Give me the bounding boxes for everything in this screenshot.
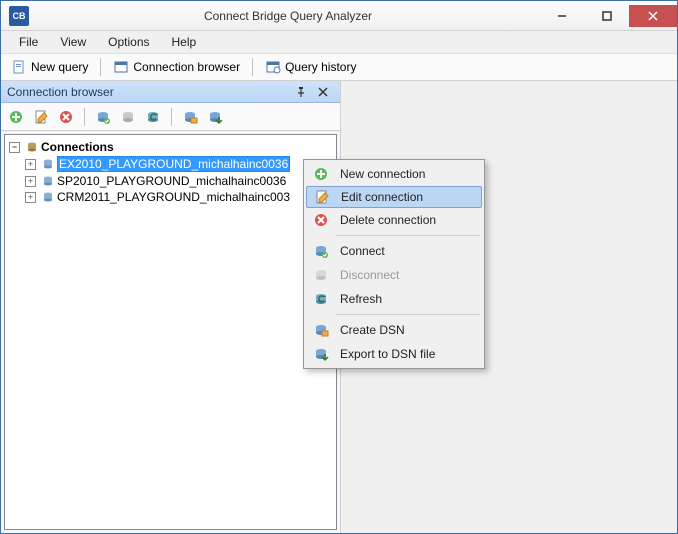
tree-root-label: Connections <box>41 140 114 154</box>
connection-browser-panel: Connection browser − <box>1 81 341 533</box>
database-icon <box>41 190 55 204</box>
delete-icon <box>310 212 332 228</box>
toolbar-separator <box>84 108 85 126</box>
panel-title: Connection browser <box>7 85 114 99</box>
connect-icon <box>310 243 332 259</box>
connection-tree[interactable]: − Connections + EX2010_PLAYGROUND_michal… <box>4 134 337 530</box>
database-icon <box>25 140 39 154</box>
cm-label: Edit connection <box>333 190 423 204</box>
edit-connection-button[interactable] <box>30 106 52 128</box>
cm-label: Create DSN <box>332 323 405 337</box>
menu-separator <box>336 235 480 236</box>
refresh-icon <box>310 291 332 307</box>
disconnect-icon <box>310 267 332 283</box>
menu-help[interactable]: Help <box>162 33 207 51</box>
menubar: File View Options Help <box>1 31 677 53</box>
tree-item-label: SP2010_PLAYGROUND_michalhainc0036 <box>57 174 286 188</box>
cm-label: Delete connection <box>332 213 436 227</box>
dsn-icon <box>310 322 332 338</box>
database-icon <box>41 174 55 188</box>
window-title: Connect Bridge Query Analyzer <box>37 9 539 23</box>
expand-icon[interactable]: + <box>25 192 36 203</box>
cm-label: Connect <box>332 244 385 258</box>
create-dsn-button[interactable] <box>179 106 201 128</box>
menu-file[interactable]: File <box>9 33 48 51</box>
delete-connection-button[interactable] <box>55 106 77 128</box>
tree-root-connections[interactable]: − Connections <box>7 139 334 155</box>
export-icon <box>310 346 332 362</box>
toolbar-separator <box>100 58 101 76</box>
tree-item-label: EX2010_PLAYGROUND_michalhainc0036 <box>57 156 290 172</box>
menu-separator <box>336 314 480 315</box>
add-icon <box>310 166 332 182</box>
refresh-button[interactable] <box>142 106 164 128</box>
add-connection-button[interactable] <box>5 106 27 128</box>
new-query-button[interactable]: New query <box>5 57 94 77</box>
cm-disconnect: Disconnect <box>306 263 482 287</box>
cm-new-connection[interactable]: New connection <box>306 162 482 186</box>
context-menu: New connection Edit connection Delete co… <box>303 159 485 369</box>
query-history-button[interactable]: Query history <box>259 57 362 77</box>
window-buttons <box>539 5 677 27</box>
collapse-icon[interactable]: − <box>9 142 20 153</box>
database-icon <box>41 157 55 171</box>
window-icon <box>113 59 129 75</box>
new-query-label: New query <box>31 60 88 74</box>
query-history-label: Query history <box>285 60 356 74</box>
connection-browser-label: Connection browser <box>133 60 240 74</box>
cm-label: Export to DSN file <box>332 347 435 361</box>
document-icon <box>11 59 27 75</box>
tree-item-label: CRM2011_PLAYGROUND_michalhainc003 <box>57 190 290 204</box>
cm-label: Disconnect <box>332 268 399 282</box>
cm-label: Refresh <box>332 292 382 306</box>
tree-item-connection[interactable]: + SP2010_PLAYGROUND_michalhainc0036 <box>7 173 334 189</box>
cm-delete-connection[interactable]: Delete connection <box>306 208 482 232</box>
cm-refresh[interactable]: Refresh <box>306 287 482 311</box>
panel-toolbar <box>1 103 340 131</box>
cm-label: New connection <box>332 167 425 181</box>
menu-view[interactable]: View <box>50 33 96 51</box>
toolbar-separator <box>252 58 253 76</box>
connect-button[interactable] <box>92 106 114 128</box>
cm-connect[interactable]: Connect <box>306 239 482 263</box>
titlebar: CB Connect Bridge Query Analyzer <box>1 1 677 31</box>
cm-export-dsn[interactable]: Export to DSN file <box>306 342 482 366</box>
maximize-button[interactable] <box>584 5 629 27</box>
app-window: CB Connect Bridge Query Analyzer File Vi… <box>0 0 678 534</box>
connection-browser-button[interactable]: Connection browser <box>107 57 246 77</box>
pin-icon[interactable] <box>290 81 312 103</box>
tree-item-connection[interactable]: + EX2010_PLAYGROUND_michalhainc0036 <box>7 155 334 173</box>
tree-item-connection[interactable]: + CRM2011_PLAYGROUND_michalhainc003 <box>7 189 334 205</box>
cm-create-dsn[interactable]: Create DSN <box>306 318 482 342</box>
disconnect-button[interactable] <box>117 106 139 128</box>
minimize-button[interactable] <box>539 5 584 27</box>
expand-icon[interactable]: + <box>25 176 36 187</box>
panel-header: Connection browser <box>1 81 340 103</box>
close-button[interactable] <box>629 5 677 27</box>
menu-options[interactable]: Options <box>98 33 159 51</box>
cm-edit-connection[interactable]: Edit connection <box>306 186 482 208</box>
expand-icon[interactable]: + <box>25 159 36 170</box>
toolbar-separator <box>171 108 172 126</box>
history-icon <box>265 59 281 75</box>
main-toolbar: New query Connection browser Query histo… <box>1 53 677 81</box>
export-dsn-button[interactable] <box>204 106 226 128</box>
panel-close-icon[interactable] <box>312 81 334 103</box>
edit-icon <box>311 189 333 205</box>
app-icon: CB <box>9 6 29 26</box>
